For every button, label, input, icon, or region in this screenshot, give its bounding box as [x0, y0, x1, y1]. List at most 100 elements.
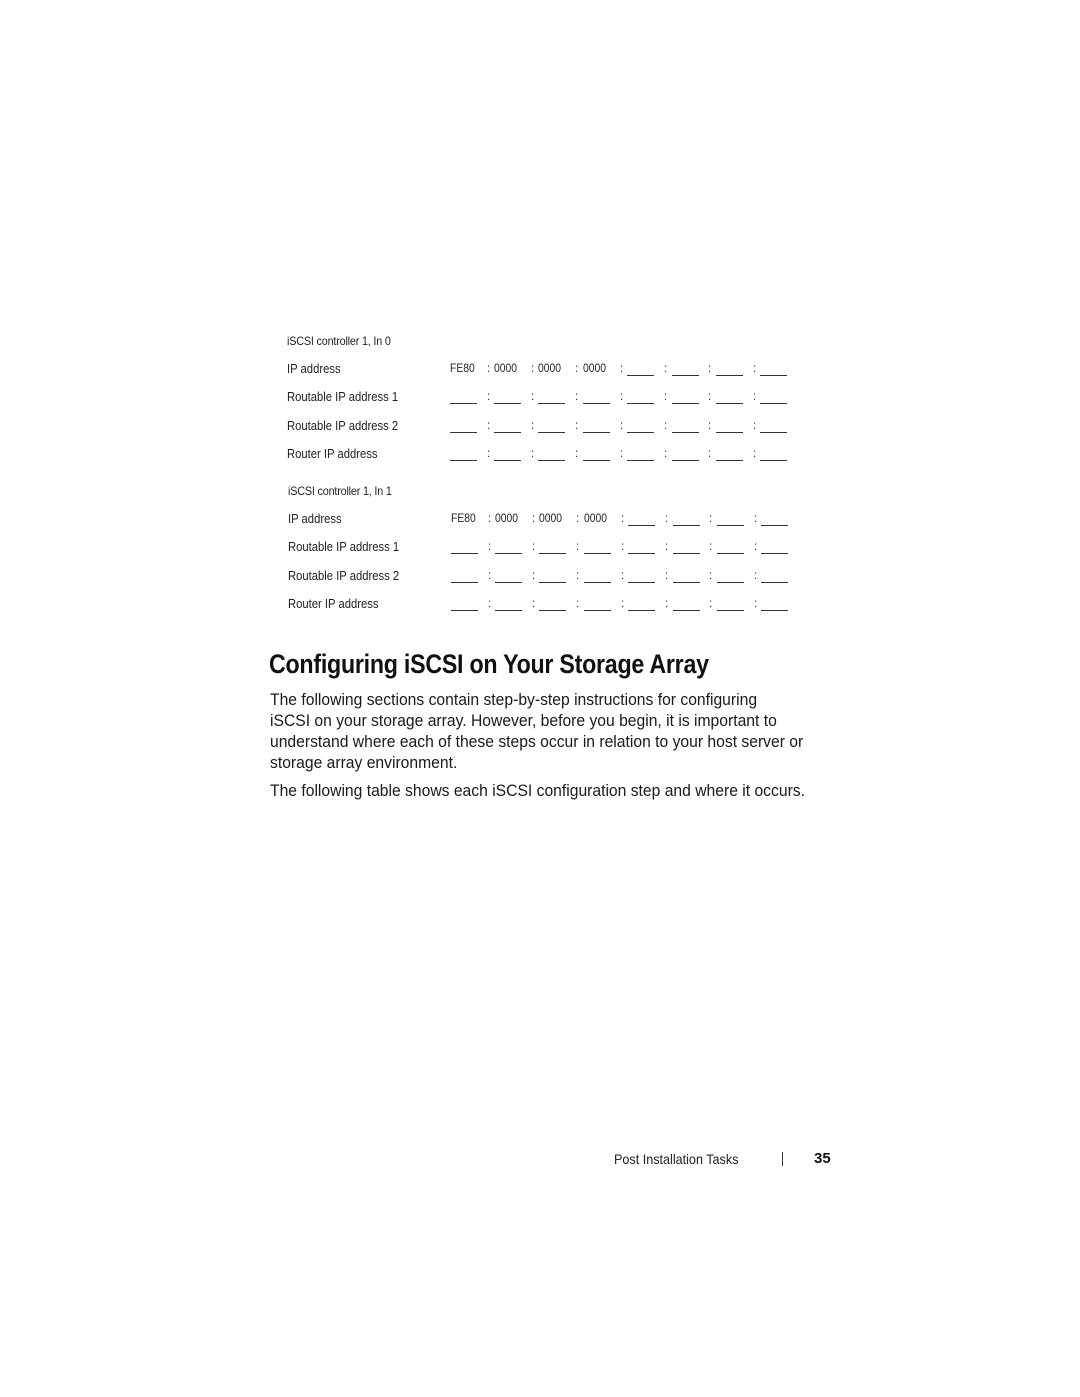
address-segment-blank — [583, 419, 610, 433]
row-label: Router IP address — [287, 446, 378, 461]
address-segment-blank — [495, 597, 522, 611]
address-segment-blank — [761, 540, 788, 555]
address-segment-blank — [495, 540, 522, 555]
address-segment: 0000 — [494, 363, 518, 375]
address-row: Routable IP address 2::::::: — [288, 569, 808, 597]
address-segment-blank — [584, 540, 611, 555]
address-segment-blank — [760, 419, 787, 433]
segment-separator: : — [576, 569, 580, 582]
segment-separator: : — [753, 391, 757, 404]
address-segment-blank — [583, 390, 610, 405]
intro-line: The following sections contain step-by-s… — [270, 691, 758, 709]
segment-separator: : — [754, 513, 758, 525]
address-segment-blank — [494, 447, 521, 461]
address-segment-blank — [450, 390, 477, 405]
segment-separator: : — [708, 363, 712, 375]
address-segment-blank — [716, 447, 743, 461]
row-label: Routable IP address 2 — [288, 568, 400, 583]
segment-separator: : — [576, 541, 580, 554]
address-row: Routable IP address 2::::::: — [287, 419, 807, 447]
segment-separator: : — [754, 597, 758, 610]
address-segment-blank — [584, 569, 611, 583]
segment-separator: : — [576, 597, 580, 610]
address-segment-blank — [761, 512, 788, 526]
address-segment-blank — [673, 512, 700, 526]
footer-chapter-title: Post Installation Tasks — [614, 1151, 739, 1167]
address-row: Routable IP address 1::::::: — [287, 390, 807, 418]
segment-separator: : — [709, 597, 713, 610]
address-segment-blank — [673, 569, 700, 583]
intro-paragraph: The following sections contain step-by-s… — [270, 690, 900, 774]
address-segment-blank — [495, 569, 522, 583]
address-segment-blank — [627, 447, 654, 461]
table-intro-line: The following table shows each iSCSI con… — [270, 782, 805, 800]
address-segment-blank — [716, 390, 743, 405]
segment-separator: : — [665, 541, 669, 554]
address-segment-blank — [627, 390, 654, 405]
address-segment-blank — [450, 447, 477, 461]
address-segment-blank — [538, 419, 565, 433]
address-segment: 0000 — [584, 513, 608, 525]
address-segment-blank — [538, 390, 565, 405]
segment-separator: : — [487, 363, 491, 375]
segment-separator: : — [620, 391, 624, 404]
block-title: iSCSI controller 1, In 0 — [287, 334, 391, 348]
segment-separator: : — [708, 447, 712, 460]
address-segment-blank — [673, 597, 700, 611]
address-segment-blank — [672, 447, 699, 461]
address-segment: 0000 — [583, 363, 607, 375]
address-segment-blank — [451, 569, 478, 583]
intro-line: storage array environment. — [270, 754, 458, 772]
address-row: IP address FE80:0000:0000:0000:::: — [288, 512, 808, 540]
segment-separator: : — [531, 447, 535, 460]
footer-divider — [782, 1152, 783, 1166]
address-row: IP address FE80:0000:0000:0000:::: — [287, 362, 807, 390]
segment-separator: : — [708, 419, 712, 432]
segment-separator: : — [664, 419, 668, 432]
segment-separator: : — [531, 363, 535, 375]
segment-separator: : — [487, 391, 491, 404]
address-segment: FE80 — [451, 513, 476, 525]
segment-separator: : — [575, 419, 579, 432]
address-segment-blank — [717, 597, 744, 611]
segment-separator: : — [487, 447, 491, 460]
address-segment-blank — [538, 447, 565, 461]
address-segment-blank — [628, 540, 655, 555]
segment-separator: : — [620, 419, 624, 432]
segment-separator: : — [575, 447, 579, 460]
segment-separator: : — [621, 541, 625, 554]
row-label: Routable IP address 1 — [288, 540, 400, 555]
segment-separator: : — [664, 391, 668, 404]
segment-separator: : — [488, 597, 492, 610]
segment-separator: : — [488, 541, 492, 554]
segment-separator: : — [753, 419, 757, 432]
address-segment-blank — [672, 390, 699, 405]
row-label: IP address — [288, 512, 342, 526]
segment-separator: : — [487, 419, 491, 432]
address-segment-blank — [539, 597, 566, 611]
segment-separator: : — [488, 513, 492, 525]
address-segment: 0000 — [495, 513, 519, 525]
row-label: IP address — [287, 362, 341, 376]
address-segment-blank — [672, 419, 699, 433]
address-segment-blank — [494, 390, 521, 405]
block-title: iSCSI controller 1, In 1 — [288, 484, 392, 498]
row-label: Router IP address — [288, 596, 379, 611]
address-segment-blank — [628, 569, 655, 583]
segment-separator: : — [575, 363, 579, 375]
segment-separator: : — [532, 541, 536, 554]
address-segment-blank — [539, 569, 566, 583]
segment-separator: : — [664, 363, 668, 375]
address-segment-blank — [628, 597, 655, 611]
segment-separator: : — [709, 513, 713, 525]
address-segment-blank — [717, 540, 744, 555]
address-segment: FE80 — [450, 363, 475, 375]
intro-line: iSCSI on your storage array. However, be… — [270, 712, 777, 730]
address-segment-blank — [760, 390, 787, 405]
segment-separator: : — [665, 513, 669, 525]
page-number: 35 — [814, 1150, 831, 1167]
row-label: Routable IP address 2 — [287, 418, 399, 433]
address-block: iSCSI controller 1, In 1 IP address FE80:0… — [288, 484, 808, 625]
segment-separator: : — [709, 569, 713, 582]
segment-separator: : — [754, 569, 758, 582]
